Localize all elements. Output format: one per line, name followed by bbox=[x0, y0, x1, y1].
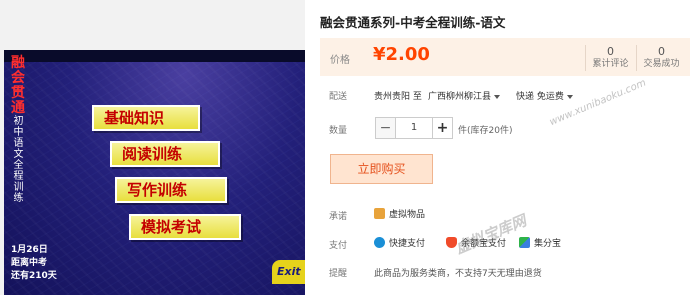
payment-label: 支付 bbox=[329, 241, 348, 251]
pay-points-label: 集分宝 bbox=[534, 239, 562, 249]
image-date-countdown: 1月26日 距离中考 还有210天 bbox=[11, 244, 57, 283]
stat-deals[interactable]: 0 交易成功 bbox=[636, 45, 686, 71]
shipping-destination-select[interactable]: 广西柳州柳江县 bbox=[428, 89, 501, 102]
price-value: ¥2.00 bbox=[373, 44, 430, 65]
quantity-input[interactable]: 1 bbox=[396, 117, 432, 139]
shipping-label: 配送 bbox=[329, 92, 348, 102]
pay-method-points: 集分宝 bbox=[519, 236, 561, 249]
chevron-down-icon bbox=[566, 94, 573, 99]
stat-reviews[interactable]: 0 累计评论 bbox=[585, 45, 635, 71]
watermark-url: www.xunibaoku.com bbox=[548, 77, 648, 129]
shipping-destination: 广西柳州柳江县 bbox=[428, 92, 492, 102]
notice-text: 此商品为服务类商，不支持7天无理由退货 bbox=[374, 269, 542, 279]
image-card-reading: 阅读训练 bbox=[110, 141, 220, 167]
image-card-mock-exam: 模拟考试 bbox=[129, 214, 241, 240]
image-card-basics: 基础知识 bbox=[92, 105, 200, 131]
stat-deals-label: 交易成功 bbox=[643, 59, 680, 69]
promise-text: 虚拟物品 bbox=[389, 210, 426, 220]
stock-info: 件(库存20件) bbox=[458, 126, 513, 136]
buy-now-button[interactable]: 立即购买 bbox=[330, 154, 433, 184]
points-icon bbox=[519, 237, 530, 248]
stat-reviews-label: 累计评论 bbox=[592, 59, 629, 69]
image-top-band bbox=[4, 50, 305, 62]
pay-quick-label: 快捷支付 bbox=[389, 239, 426, 249]
quantity-plus-button[interactable]: + bbox=[432, 117, 453, 139]
promise-item: 虚拟物品 bbox=[374, 207, 425, 220]
shipping-method-select[interactable]: 快递 免运费 bbox=[516, 89, 573, 102]
stat-deals-count: 0 bbox=[658, 45, 665, 58]
date-line-3: 还有210天 bbox=[11, 271, 57, 281]
image-card-writing: 写作训练 bbox=[115, 177, 227, 203]
promise-label: 承诺 bbox=[329, 212, 348, 222]
notice-label: 提醒 bbox=[329, 269, 348, 279]
product-image[interactable]: 融会贯通 初中语文全程训练 基础知识 阅读训练 写作训练 模拟考试 1月26日 … bbox=[4, 50, 305, 295]
image-vertical-subtitle: 初中语文全程训练 bbox=[13, 116, 24, 204]
price-panel: 价格 ¥2.00 0 累计评论 0 交易成功 bbox=[320, 38, 690, 76]
shipping-origin: 贵州贵阳 bbox=[374, 92, 411, 102]
shipping-from: 贵州贵阳 至 bbox=[374, 89, 422, 102]
stat-reviews-count: 0 bbox=[607, 45, 614, 58]
date-line-2: 距离中考 bbox=[11, 258, 48, 268]
image-vertical-title: 融会贯通 bbox=[11, 55, 25, 116]
shipping-method: 快递 免运费 bbox=[516, 92, 564, 102]
watermark-name: 虚拟宝库网 bbox=[452, 211, 529, 258]
product-title: 融会贯通系列-中考全程训练-语文 bbox=[320, 15, 506, 30]
pay-method-quick: 快捷支付 bbox=[374, 236, 425, 249]
shield-pay-icon bbox=[374, 237, 385, 248]
quantity-stepper: − 1 + bbox=[375, 117, 453, 139]
date-line-1: 1月26日 bbox=[11, 245, 48, 255]
quantity-label: 数量 bbox=[329, 126, 348, 136]
chevron-down-icon bbox=[494, 94, 501, 99]
gift-icon bbox=[374, 208, 385, 219]
shipping-to-word: 至 bbox=[412, 92, 422, 102]
price-label: 价格 bbox=[330, 55, 350, 66]
quantity-minus-button[interactable]: − bbox=[375, 117, 396, 139]
image-exit-label: Exit bbox=[272, 260, 305, 284]
